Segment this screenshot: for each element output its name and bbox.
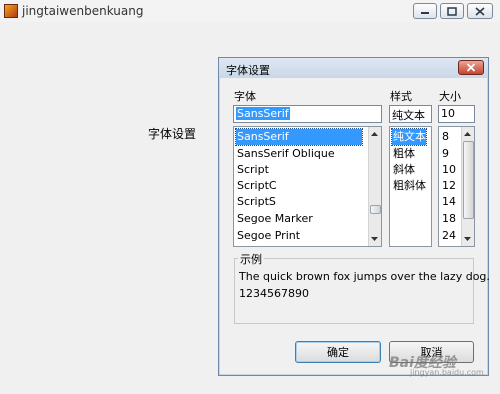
close-icon [475,6,485,16]
list-item[interactable]: 纯文本 [391,128,427,146]
scroll-down-arrow[interactable] [369,233,380,245]
close-icon [466,63,476,72]
matlab-app-icon [4,4,18,18]
ok-button[interactable]: 确定 [295,341,381,363]
dialog-close-button[interactable] [458,60,484,75]
size-list-scrollbar[interactable] [461,127,474,246]
list-item[interactable]: 24 [441,228,456,244]
maximize-icon [447,6,457,16]
list-item[interactable]: 14 [441,194,456,210]
size-label: 大小 [439,90,461,103]
list-item[interactable]: 斜体 [392,162,415,178]
list-item[interactable]: SansSerif Oblique [236,146,335,162]
list-item[interactable]: 9 [441,146,449,162]
style-input[interactable]: 纯文本 [389,105,432,123]
list-item[interactable]: 8 [441,129,449,145]
font-dialog-title: 字体设置 [226,64,270,77]
list-item[interactable]: 粗体 [392,146,415,162]
baidu-watermark-url: jingyan.baidu.com [410,368,484,377]
window-title: jingtaiwenbenkuang [22,4,144,18]
list-item[interactable]: 10 [441,162,456,178]
font-list-scroll-thumb[interactable] [370,205,381,214]
close-window-button[interactable] [467,3,493,19]
list-item[interactable]: Segoe Marker [236,211,313,227]
chevron-up-icon [464,132,471,136]
scroll-up-arrow[interactable] [462,128,473,140]
list-item[interactable]: 18 [441,211,456,227]
maximize-button[interactable] [440,3,464,19]
style-input-value: 纯文本 [392,109,425,122]
chevron-up-icon [371,132,378,136]
size-list[interactable]: 8 9 10 12 14 18 24 [438,126,475,247]
style-label: 样式 [390,90,412,103]
sample-text-line2: 1234567890 [239,287,309,300]
scroll-down-arrow[interactable] [462,233,473,245]
font-input-value: SansSerif [236,107,290,120]
font-list-scrollbar[interactable] [368,127,381,246]
list-item[interactable]: Segoe Print [236,228,300,244]
chevron-down-icon [371,237,378,241]
size-list-scroll-thumb[interactable] [463,141,474,219]
minimize-icon [421,12,429,14]
list-item[interactable]: SansSerif [235,128,363,146]
style-list[interactable]: 纯文本 粗体 斜体 粗斜体 [389,126,432,247]
sample-group-title: 示例 [238,251,264,267]
chevron-down-icon [464,237,471,241]
sample-text-line1: The quick brown fox jumps over the lazy … [239,270,490,283]
font-input[interactable]: SansSerif [233,105,382,123]
minimize-button[interactable] [413,3,437,19]
font-list[interactable]: SansSerif SansSerif Oblique Script Scrip… [233,126,382,247]
font-settings-static-text: 字体设置 [148,127,197,141]
list-item[interactable]: ScriptC [236,178,277,194]
list-item[interactable]: 粗斜体 [392,178,426,194]
list-item[interactable]: ScriptS [236,194,276,210]
size-input-value: 10 [441,107,455,120]
size-input[interactable]: 10 [438,105,475,123]
scroll-up-arrow[interactable] [369,128,380,140]
list-item[interactable]: Script [236,162,269,178]
list-item[interactable]: 12 [441,178,456,194]
font-label: 字体 [234,90,256,103]
